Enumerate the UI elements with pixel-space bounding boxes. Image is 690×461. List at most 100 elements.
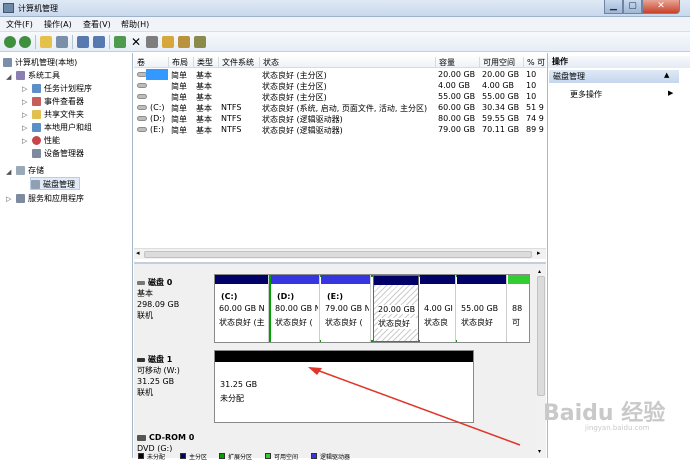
disk0-partitions: (C:) 60.00 GB N 状态良好 (主 (D:) 80.00 GB N 状态良好…: [214, 274, 530, 343]
volume-icon: [137, 94, 147, 99]
scroll-left-icon[interactable]: ◂: [136, 249, 140, 257]
tree-local-users[interactable]: 本地用户和组: [32, 121, 92, 134]
console-tree: 计算机管理(本地) ◢ 系统工具 ▷ 任务计划程序 ▷ 事件查看器 ▷ 共享文件…: [0, 53, 133, 458]
cell-pct: 10: [526, 70, 537, 79]
column-filesystem[interactable]: 文件系统: [218, 57, 254, 67]
disk-icon: [137, 280, 145, 285]
cell-cap: 60.00 GB: [438, 103, 476, 112]
primary-partition-bar: [374, 276, 418, 285]
delete-icon[interactable]: ✕: [130, 36, 142, 48]
close-button[interactable]: ✕: [642, 0, 680, 14]
toolbar: ✕: [0, 32, 690, 52]
column-type[interactable]: 类型: [193, 57, 213, 67]
partition-20gb-selected[interactable]: 20.00 GB 状态良好: [373, 275, 419, 342]
tree-task-scheduler[interactable]: 任务计划程序: [32, 82, 92, 95]
menu-file[interactable]: 文件(F): [6, 19, 33, 30]
partition-55gb[interactable]: 55.00 GB 状态良好: [457, 275, 507, 342]
expand-arrow-icon[interactable]: ▷: [22, 98, 27, 106]
legend-extended-swatch: [219, 453, 225, 459]
column-status[interactable]: 状态: [259, 57, 279, 67]
primary-partition-bar: [420, 275, 455, 284]
tree-services-apps[interactable]: 服务和应用程序: [16, 192, 84, 205]
free-space-bar: [508, 275, 529, 284]
collapse-arrow-icon[interactable]: ◢: [6, 168, 11, 176]
forward-arrow-icon[interactable]: [19, 36, 31, 48]
maximize-button[interactable]: ▢: [623, 0, 642, 14]
cell-status: 状态良好 (逻辑驱动器): [262, 126, 343, 135]
collapse-arrow-icon[interactable]: ◢: [6, 73, 11, 81]
column-layout[interactable]: 布局: [168, 57, 188, 67]
cdrom-label[interactable]: CD-ROM 0 DVD (G:): [137, 432, 212, 454]
column-capacity[interactable]: 容量: [435, 57, 455, 67]
tree-device-manager[interactable]: 设备管理器: [32, 147, 84, 160]
tree-disk-management[interactable]: 磁盘管理: [30, 177, 80, 190]
expand-arrow-icon[interactable]: ▷: [22, 85, 27, 93]
services-icon: [16, 194, 25, 203]
arrow-line: [313, 368, 521, 446]
performance-icon: [32, 136, 41, 145]
clock-icon: [32, 84, 41, 93]
expand-arrow-icon[interactable]: ▷: [22, 137, 27, 145]
users-icon: [32, 123, 41, 132]
baidu-watermark: Baidu 经验: [543, 401, 666, 426]
menu-action[interactable]: 操作(A): [44, 19, 72, 30]
partition-free-space[interactable]: 88 可: [508, 275, 529, 342]
partition-e[interactable]: (E:) 79.00 GB N 状态良好 (: [321, 275, 371, 342]
computer-icon: [3, 58, 12, 67]
expand-arrow-icon[interactable]: ▷: [22, 111, 27, 119]
cell-cap: 55.00 GB: [438, 92, 476, 101]
disk1-label[interactable]: 磁盘 1 可移动 (W:) 31.25 GB 联机: [137, 354, 212, 398]
vertical-scroll-thumb[interactable]: [537, 276, 545, 396]
properties-icon[interactable]: [93, 36, 105, 48]
tree-system-tools[interactable]: 系统工具: [16, 69, 60, 82]
partition-c[interactable]: (C:) 60.00 GB N 状态良好 (主: [215, 275, 269, 342]
menu-help[interactable]: 帮助(H): [121, 19, 149, 30]
cell-pct: 74 9: [526, 114, 544, 123]
tree-shared-folders[interactable]: 共享文件夹: [32, 108, 84, 121]
up-folder-icon[interactable]: [40, 36, 52, 48]
toolbar-separator: [35, 35, 36, 49]
layout-icon[interactable]: [194, 36, 206, 48]
search-icon[interactable]: [178, 36, 190, 48]
partition-4gb[interactable]: 4.00 GI 状态良: [420, 275, 456, 342]
legend-logical-swatch: [311, 453, 317, 459]
list-header: 卷 布局 类型 文件系统 状态 容量 可用空间 % 可: [134, 55, 546, 68]
table-row[interactable]: (E:) 简单 基本 NTFS 状态良好 (逻辑驱动器) 79.00 GB 70.11 GB…: [134, 124, 546, 136]
console-tree-icon[interactable]: [56, 36, 68, 48]
disk0-label[interactable]: 磁盘 0 基本 298.09 GB 联机: [137, 277, 212, 321]
actions-header: 操作: [548, 56, 690, 68]
horizontal-scroll-thumb[interactable]: [144, 251, 532, 258]
vertical-scrollbar[interactable]: ▴ ▾: [536, 268, 546, 458]
watermark-url: jingyan.baidu.com: [585, 424, 650, 432]
tree-event-viewer[interactable]: 事件查看器: [32, 95, 84, 108]
tree-root[interactable]: 计算机管理(本地): [3, 56, 77, 69]
partition-d[interactable]: (D:) 80.00 GB N 状态良好 (: [271, 275, 320, 342]
scroll-down-icon[interactable]: ▾: [538, 448, 541, 455]
cell-layout: 简单: [171, 126, 187, 135]
actions-section-disk-management[interactable]: 磁盘管理: [549, 70, 679, 83]
more-actions-link[interactable]: 更多操作: [570, 89, 602, 100]
expand-arrow-icon[interactable]: ▷: [22, 124, 27, 132]
cell-cap: 20.00 GB: [438, 70, 476, 79]
tree-performance[interactable]: 性能: [32, 134, 60, 147]
tree-storage[interactable]: 存储: [16, 164, 44, 177]
scroll-right-icon[interactable]: ▸: [537, 249, 541, 257]
help-icon[interactable]: [77, 36, 89, 48]
primary-partition-bar: [215, 275, 268, 284]
save-icon[interactable]: [146, 36, 158, 48]
submenu-arrow-icon[interactable]: ▶: [668, 89, 673, 97]
column-free-space[interactable]: 可用空间: [479, 57, 515, 67]
column-volume[interactable]: 卷: [134, 57, 145, 67]
column-percent-free[interactable]: % 可: [523, 57, 545, 67]
back-arrow-icon[interactable]: [4, 36, 16, 48]
open-folder-icon[interactable]: [162, 36, 174, 48]
scroll-up-icon[interactable]: ▴: [538, 268, 541, 275]
horizontal-scrollbar[interactable]: ◂ ▸: [134, 248, 546, 259]
minimize-button[interactable]: ▁: [604, 0, 623, 14]
menu-view[interactable]: 查看(V): [83, 19, 111, 30]
check-icon[interactable]: [114, 36, 126, 48]
volume-list: 卷 布局 类型 文件系统 状态 容量 可用空间 % 可 简单 基本 状态良好 (主分…: [134, 53, 546, 259]
expand-arrow-icon[interactable]: ▷: [6, 195, 11, 203]
collapse-up-icon[interactable]: ▲: [664, 71, 669, 79]
selected-volume-highlight: [146, 69, 168, 80]
